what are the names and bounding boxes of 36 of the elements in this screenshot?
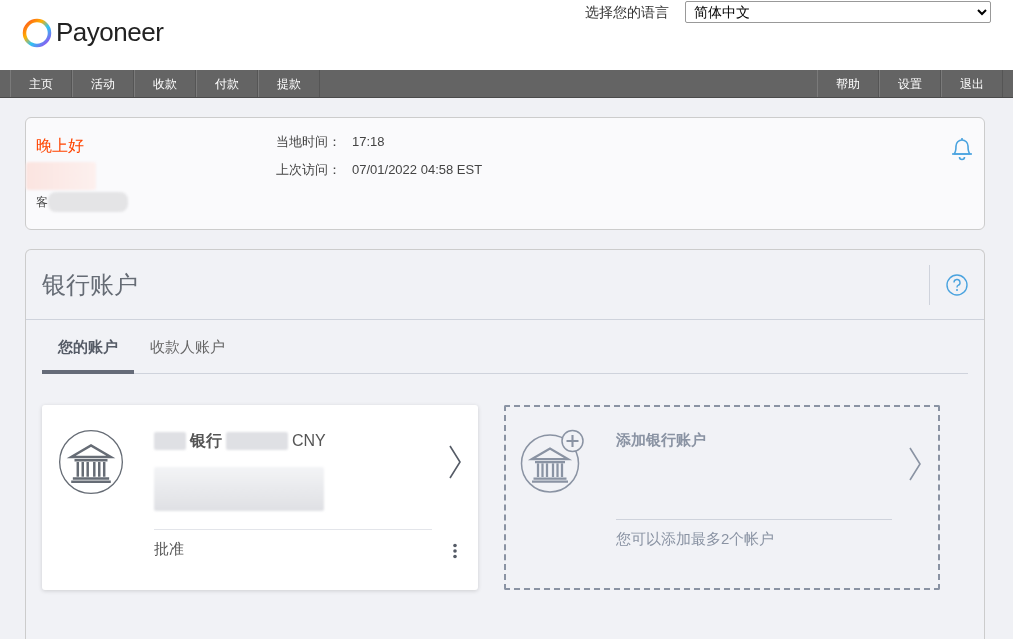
currency: CNY: [292, 430, 326, 451]
redacted-blur: [154, 431, 186, 450]
nav-link[interactable]: 设置: [879, 70, 941, 97]
redacted-blur: [226, 431, 288, 450]
account-card[interactable]: 银行 CNY 批准: [42, 404, 478, 590]
nav-link[interactable]: 提款: [258, 70, 320, 97]
redacted-blur: [26, 162, 96, 190]
chevron-right-icon[interactable]: [448, 444, 462, 479]
add-account-title: 添加银行账户: [616, 429, 707, 450]
last-visit-label: 上次访问：: [276, 160, 336, 179]
language-select[interactable]: 简体中文: [685, 1, 991, 23]
nav-link[interactable]: 活动: [72, 70, 134, 97]
section-title: 银行账户: [42, 269, 138, 300]
status-text: 批准: [154, 538, 185, 559]
nav-link[interactable]: 帮助: [817, 70, 879, 97]
language-label: 选择您的语言: [585, 2, 669, 22]
logo-text: Payoneer: [56, 16, 164, 49]
nav-link[interactable]: 退出: [941, 70, 1003, 97]
bank-icon: [58, 428, 124, 495]
nav-link[interactable]: 收款: [134, 70, 196, 97]
bank-name: 银行: [190, 430, 222, 451]
bell-icon[interactable]: [950, 135, 974, 161]
tab[interactable]: 您的账户: [42, 328, 134, 374]
last-visit: 07/01/2022 04:58 EST: [352, 160, 483, 179]
add-account-note: 您可以添加最多2个帐户: [616, 529, 776, 549]
more-icon[interactable]: [452, 542, 458, 559]
add-bank-icon: [520, 428, 586, 495]
customer-label: 客: [36, 194, 48, 211]
help-icon[interactable]: [946, 273, 968, 296]
greeting-text: 晚上好: [36, 136, 85, 156]
logo-icon: [22, 17, 52, 48]
nav-link[interactable]: 主页: [10, 70, 72, 97]
tab[interactable]: 收款人账户: [134, 328, 241, 374]
local-time: 17:18: [352, 133, 385, 151]
nav-link[interactable]: 付款: [196, 70, 258, 97]
local-time-label: 当地时间：: [276, 133, 336, 151]
